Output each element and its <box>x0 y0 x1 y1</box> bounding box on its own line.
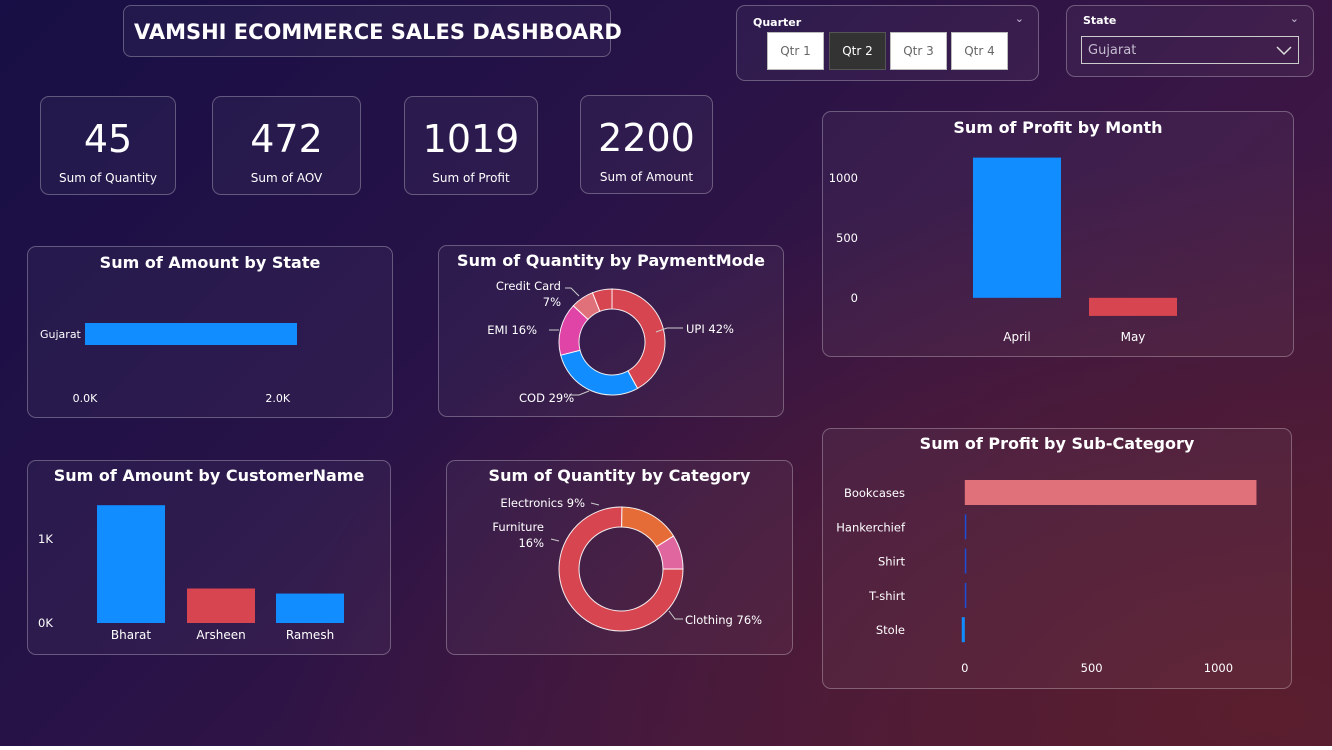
state-dropdown[interactable]: Gujarat <box>1081 36 1299 64</box>
bottom-edge <box>0 746 1332 750</box>
bar <box>964 548 967 574</box>
kpi-value: 1019 <box>422 117 520 161</box>
kpi-label: Sum of Quantity <box>59 171 157 185</box>
data-label: Clothing 76% <box>685 613 762 627</box>
tick-label: 1K <box>38 532 53 546</box>
category-label: Bharat <box>111 628 151 642</box>
page-title: VAMSHI ECOMMERCE SALES DASHBOARD <box>134 20 622 44</box>
tick-label: 0 <box>851 291 858 305</box>
quantity-by-paymentmode-chart: Sum of Quantity by PaymentMode UPI 42% CO… <box>438 245 784 417</box>
data-label: Electronics 9% <box>500 496 585 510</box>
category-label: Shirt <box>878 555 906 569</box>
quantity-by-paymentmode-plot: UPI 42% COD 29% EMI 16% Credit Card 7% <box>487 279 734 405</box>
quarter-slicer: Quarter ⌄ Qtr 1 Qtr 2 Qtr 3 Qtr 4 <box>736 5 1039 81</box>
state-dropdown-value: Gujarat <box>1088 43 1137 58</box>
kpi-value: 472 <box>250 117 323 161</box>
state-slicer: State ⌄ Gujarat <box>1066 5 1314 77</box>
profit-by-subcategory-plot: Bookcases Hankerchief Shirt T-shirt Stole 0 50… <box>836 480 1257 675</box>
category-label: April <box>1003 330 1030 344</box>
tick-label: 500 <box>836 231 858 245</box>
data-label: UPI 42% <box>686 322 734 336</box>
leader-line <box>550 538 560 542</box>
bar <box>187 588 255 623</box>
kpi-value: 2200 <box>598 116 695 160</box>
bar <box>964 582 967 608</box>
kpi-card-aov: 472 Sum of AOV <box>212 96 361 195</box>
data-label: Credit Card <box>496 279 561 293</box>
qtr3-button[interactable]: Qtr 3 <box>890 32 947 70</box>
tick-label: 1000 <box>829 171 858 185</box>
category-label: Gujarat <box>40 328 82 341</box>
bar <box>97 505 165 623</box>
category-label: Bookcases <box>844 486 905 500</box>
kpi-value: 45 <box>83 117 133 161</box>
category-label: Arsheen <box>196 628 245 642</box>
qtr1-button[interactable]: Qtr 1 <box>767 32 824 70</box>
leader-line <box>668 610 683 620</box>
kpi-card-amount: 2200 Sum of Amount <box>580 95 713 194</box>
donut-slice <box>611 288 666 390</box>
tick-label: 0 <box>961 661 968 675</box>
profit-by-month-plot: 1000 500 0 April May <box>829 157 1177 344</box>
leader-line <box>590 502 600 506</box>
kpi-card-quantity: 45 Sum of Quantity <box>40 96 176 195</box>
tick-label: 0K <box>38 616 53 630</box>
bar <box>276 593 344 623</box>
bar <box>1089 297 1177 316</box>
leader-line <box>565 287 580 297</box>
category-label: Ramesh <box>286 628 334 642</box>
bar <box>964 480 1257 505</box>
chevron-down-icon[interactable]: ⌄ <box>1015 12 1024 25</box>
state-slicer-title: State <box>1083 14 1117 27</box>
data-label: Furniture <box>492 520 544 534</box>
data-label: EMI 16% <box>487 323 537 337</box>
tick-label: 500 <box>1081 661 1103 675</box>
quantity-by-category-chart: Sum of Quantity by Category Clothing 76%… <box>446 460 793 655</box>
bar <box>964 514 967 540</box>
amount-by-state-chart: Sum of Amount by State Gujarat 0.0K 2.0K <box>27 246 393 418</box>
category-label: Hankerchief <box>836 520 906 534</box>
data-label: 7% <box>543 295 561 309</box>
kpi-card-profit: 1019 Sum of Profit <box>404 96 538 195</box>
profit-by-subcategory-chart: Sum of Profit by Sub-Category Bookcases H… <box>822 428 1292 689</box>
amount-by-customer-chart: Sum of Amount by CustomerName 1K 0K Bharat… <box>27 460 391 655</box>
kpi-label: Sum of AOV <box>250 171 323 185</box>
data-label: 16% <box>518 536 544 550</box>
kpi-label: Sum of Profit <box>432 171 510 185</box>
qtr4-button[interactable]: Qtr 4 <box>951 32 1008 70</box>
donut-slice <box>560 349 639 396</box>
amount-by-customer-plot: 1K 0K Bharat Arsheen Ramesh <box>38 505 344 642</box>
data-label: COD 29% <box>519 391 574 405</box>
chevron-down-icon[interactable]: ⌄ <box>1290 12 1299 25</box>
tick-label: 2.0K <box>265 392 290 405</box>
kpi-label: Sum of Amount <box>599 170 694 184</box>
tick-label: 0.0K <box>73 392 98 405</box>
category-label: T-shirt <box>868 589 905 603</box>
chevron-down-icon <box>1276 46 1292 56</box>
bar <box>973 157 1061 298</box>
profit-by-month-chart: Sum of Profit by Month 1000 500 0 April May <box>822 111 1294 357</box>
category-label: May <box>1121 330 1146 344</box>
amount-by-state-plot: Gujarat 0.0K 2.0K <box>40 323 297 405</box>
bar <box>85 323 297 345</box>
tick-label: 1000 <box>1204 661 1233 675</box>
quantity-by-category-plot: Clothing 76% Furniture 16% Electronics 9% <box>492 496 762 632</box>
qtr2-button[interactable]: Qtr 2 <box>829 32 886 70</box>
quarter-slicer-title: Quarter <box>753 16 802 29</box>
category-label: Stole <box>876 623 905 637</box>
bar <box>961 617 965 643</box>
header-panel: VAMSHI ECOMMERCE SALES DASHBOARD <box>123 5 622 57</box>
